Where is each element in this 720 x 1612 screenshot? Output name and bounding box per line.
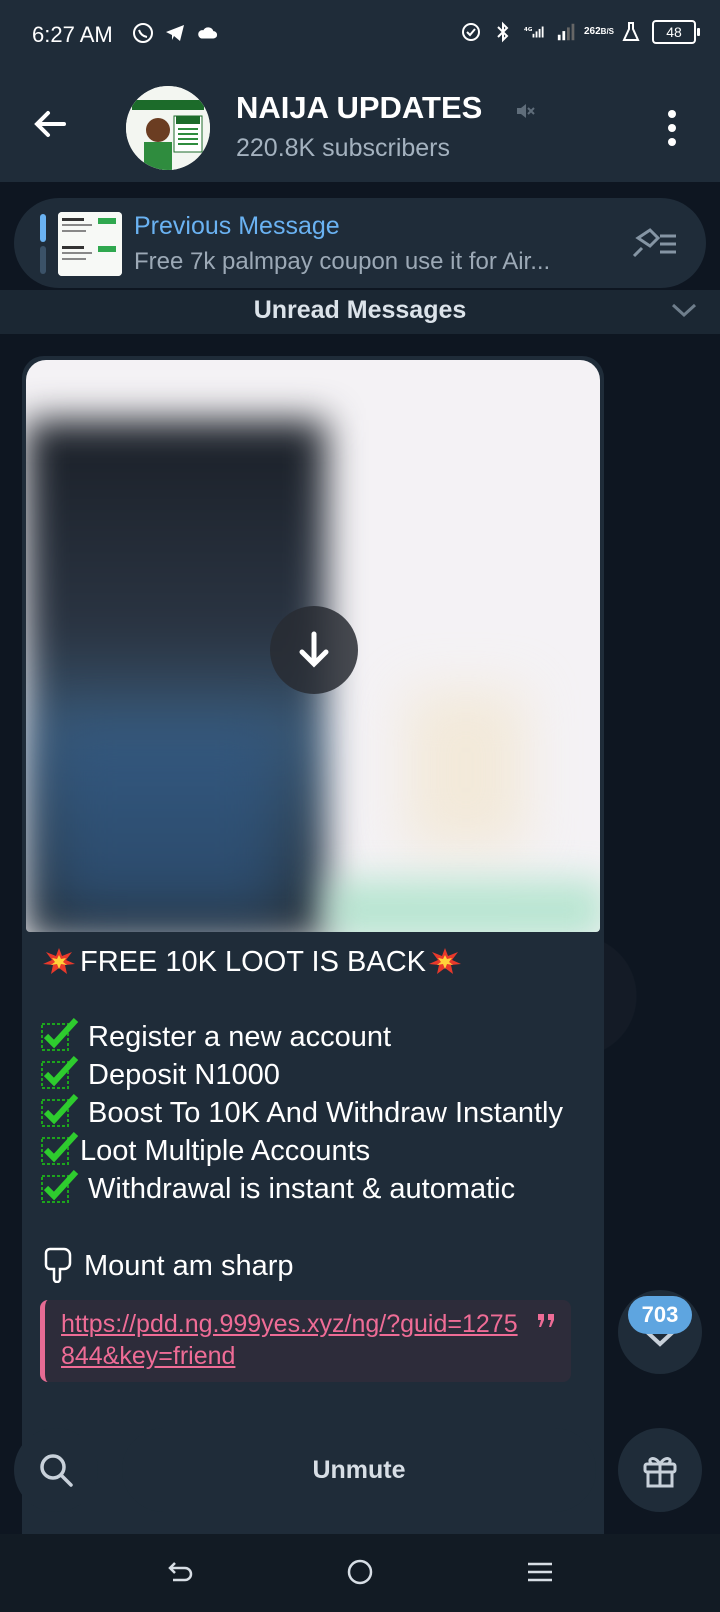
collision-emoji-icon (428, 948, 461, 974)
back-button[interactable] (30, 104, 78, 152)
arrow-down-icon (299, 631, 329, 668)
pinned-list-icon[interactable] (630, 226, 680, 262)
message-headline: FREE 10K LOOT IS BACK (40, 944, 596, 981)
list-item: Withdrawal is instant & automatic (40, 1170, 596, 1208)
more-options-button[interactable] (656, 106, 688, 150)
list-item: Loot Multiple Accounts (40, 1132, 596, 1170)
call-to-action: Mount am sharp (40, 1245, 596, 1285)
telegram-icon (164, 22, 186, 44)
signal-4g-icon: 4G (524, 21, 546, 43)
headline-text: FREE 10K LOOT IS BACK (80, 946, 426, 978)
check-mark-icon (41, 1056, 79, 1089)
muted-speaker-icon (514, 100, 536, 122)
network-speed-value: 262 (583, 26, 601, 37)
chat-header: NAIJA UPDATES 220.8K subscribers (0, 72, 720, 182)
check-mark-icon (41, 1018, 79, 1051)
data-saver-icon (460, 21, 482, 43)
back-gesture-button[interactable] (160, 1552, 200, 1592)
search-icon (40, 1454, 73, 1487)
gift-button[interactable] (618, 1428, 702, 1512)
list-item: Boost To 10K And Withdraw Instantly (40, 1094, 596, 1132)
notification-icons (132, 22, 218, 44)
channel-avatar[interactable] (126, 86, 210, 170)
network-speed-unit: B/S (600, 27, 615, 36)
svg-text:4G: 4G (524, 27, 533, 33)
signal-icon (556, 21, 578, 43)
home-button[interactable] (340, 1552, 380, 1592)
check-mark-icon (41, 1132, 79, 1165)
gift-icon (643, 1457, 677, 1488)
chevron-down-icon[interactable] (670, 300, 698, 320)
check-mark-icon (41, 1170, 79, 1203)
pinned-indicator (40, 214, 46, 274)
quote-icon (535, 1310, 557, 1332)
whatsapp-icon (132, 22, 154, 44)
system-icons: 4G 262 B/S 48 (460, 20, 700, 44)
pinned-title: Previous Message (134, 212, 340, 240)
network-speed: 262 B/S (584, 21, 614, 43)
flask-icon (620, 21, 642, 43)
unread-count-badge: 703 (628, 1296, 692, 1334)
unmute-button[interactable]: Unmute (122, 1428, 596, 1512)
cloud-icon (196, 22, 218, 44)
status-bar: 6:27 AM 4G 262 B/S 48 (0, 0, 720, 72)
channel-title[interactable]: NAIJA UPDATES (236, 90, 482, 126)
nav-back-icon (168, 1562, 193, 1582)
pinned-thumbnail (58, 212, 122, 276)
message-media[interactable] (26, 360, 600, 932)
download-button[interactable] (270, 606, 358, 694)
recents-button[interactable] (520, 1552, 560, 1592)
battery-indicator: 48 (652, 20, 700, 44)
vertical-dots-icon (668, 110, 676, 146)
message-text: FREE 10K LOOT IS BACK Register a new acc… (40, 944, 596, 1285)
pinned-message-bar[interactable]: Previous Message Free 7k palmpay coupon … (14, 198, 706, 288)
pinned-preview: Free 7k palmpay coupon use it for Air... (134, 248, 551, 275)
message-link[interactable]: https://pdd.ng.999yes.xyz/ng/?guid=12758… (61, 1308, 521, 1372)
list-item: Deposit N1000 (40, 1056, 596, 1094)
message-bubble: FREE 10K LOOT IS BACK Register a new acc… (22, 356, 604, 1556)
pointing-down-icon (44, 1247, 72, 1283)
unread-label: Unread Messages (253, 296, 467, 324)
nav-home-icon (347, 1559, 373, 1585)
collision-emoji-icon (43, 948, 75, 974)
search-button[interactable] (14, 1428, 98, 1512)
arrow-left-icon (34, 111, 66, 137)
status-time: 6:27 AM (32, 22, 113, 47)
nav-menu-icon (528, 1562, 552, 1582)
unread-divider: Unread Messages (0, 290, 720, 334)
check-mark-icon (41, 1094, 79, 1127)
list-item: Register a new account (40, 1018, 596, 1056)
quoted-link-box: https://pdd.ng.999yes.xyz/ng/?guid=12758… (40, 1300, 571, 1382)
subscriber-count: 220.8K subscribers (236, 134, 451, 162)
bluetooth-icon (492, 21, 514, 43)
system-nav-bar (0, 1534, 720, 1612)
